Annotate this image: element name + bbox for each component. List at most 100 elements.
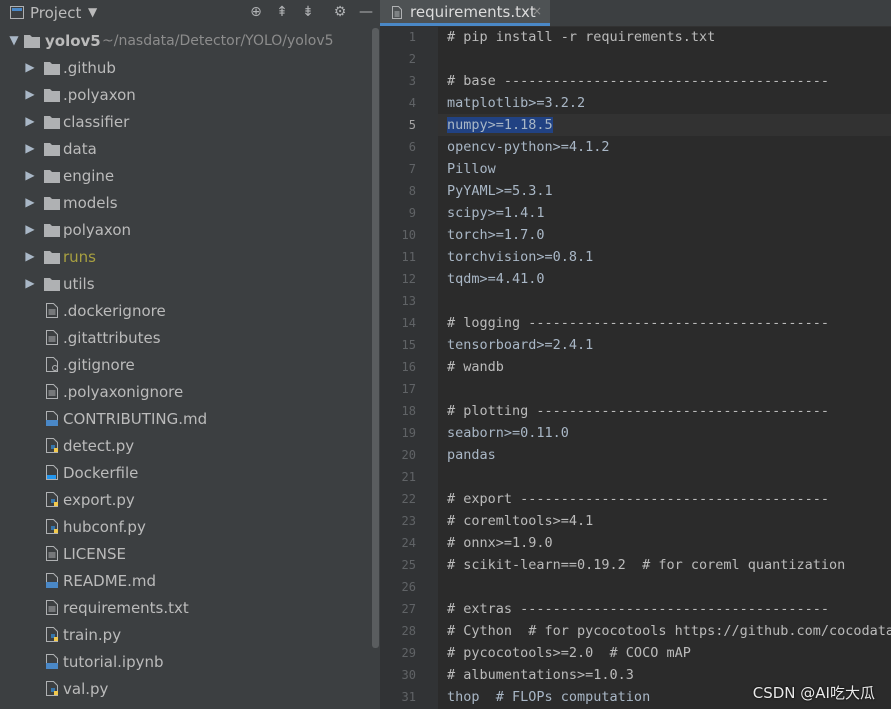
tree-file-label: requirements.txt <box>63 599 189 617</box>
locate-icon[interactable]: ⊕ <box>247 3 265 21</box>
tree-folder-label: engine <box>63 167 115 185</box>
chevron-right-icon[interactable]: ▶ <box>24 275 36 291</box>
code-line[interactable]: matplotlib>=3.2.2 <box>447 92 585 114</box>
tree-scroll-thumb[interactable] <box>372 28 379 648</box>
python-file-icon <box>46 519 60 535</box>
code-line[interactable]: opencv-python>=4.1.2 <box>447 136 610 158</box>
tree-file[interactable]: .gitignore <box>0 352 370 379</box>
tab-label: requirements.txt <box>410 3 536 21</box>
tree-folder[interactable]: ▶ data <box>0 136 370 163</box>
tree-folder[interactable]: ▶ classifier <box>0 109 370 136</box>
chevron-right-icon[interactable]: ▶ <box>24 221 36 237</box>
chevron-down-icon[interactable]: ▼ <box>88 5 97 19</box>
line-number: 3 <box>408 74 416 88</box>
collapse-all-icon[interactable]: ⇟ <box>299 3 317 21</box>
folder-icon <box>44 114 60 130</box>
tree-file[interactable]: .dockerignore <box>0 298 370 325</box>
tree-file[interactable]: hubconf.py <box>0 514 370 541</box>
tree-file[interactable]: CONTRIBUTING.md <box>0 406 370 433</box>
chevron-right-icon[interactable]: ▶ <box>24 194 36 210</box>
project-title[interactable]: Project <box>30 4 81 22</box>
tree-file[interactable]: export.py <box>0 487 370 514</box>
tree-file-label: .polyaxonignore <box>63 383 184 401</box>
project-panel: Project ▼ ⊕ ⇞ ⇟ ⚙ — ▼ yolov5 ~/nasdata/Det… <box>0 0 380 709</box>
close-icon[interactable]: × <box>532 4 542 18</box>
minimize-icon[interactable]: — <box>357 3 375 21</box>
line-number: 26 <box>401 580 416 594</box>
tree-folder[interactable]: ▶ polyaxon <box>0 217 370 244</box>
code-line[interactable]: # export -------------------------------… <box>447 488 829 510</box>
line-number: 23 <box>401 514 416 528</box>
code-line[interactable]: torchvision>=0.8.1 <box>447 246 593 268</box>
code-line[interactable]: # base ---------------------------------… <box>447 70 829 92</box>
chevron-right-icon[interactable]: ▶ <box>24 59 36 75</box>
code-line[interactable]: # extras -------------------------------… <box>447 598 829 620</box>
code-line[interactable]: PyYAML>=5.3.1 <box>447 180 553 202</box>
code-line[interactable]: # onnx>=1.9.0 <box>447 532 553 554</box>
project-header: Project ▼ ⊕ ⇞ ⇟ ⚙ — <box>0 0 380 26</box>
project-view-icon <box>10 6 24 19</box>
code-line[interactable]: # coremltools>=4.1 <box>447 510 593 532</box>
tab-bar: requirements.txt × <box>380 0 891 27</box>
tree-folder[interactable]: ▶ .polyaxon <box>0 82 370 109</box>
tab-requirements[interactable]: requirements.txt × <box>380 0 550 26</box>
code-line[interactable]: numpy>=1.18.5 <box>447 114 553 136</box>
python-file-icon <box>46 438 60 454</box>
tree-folder-label: .polyaxon <box>63 86 136 104</box>
tree-file[interactable]: Dockerfile <box>0 460 370 487</box>
chevron-right-icon[interactable]: ▶ <box>24 248 36 264</box>
chevron-down-icon[interactable]: ▼ <box>8 32 20 48</box>
code-line[interactable]: # plotting -----------------------------… <box>447 400 829 422</box>
chevron-right-icon[interactable]: ▶ <box>24 113 36 129</box>
tree-file[interactable]: .polyaxonignore <box>0 379 370 406</box>
markdown-file-icon <box>46 411 60 427</box>
code-line[interactable]: # scikit-learn==0.19.2 # for coreml quan… <box>447 554 845 576</box>
code-line[interactable]: tqdm>=4.41.0 <box>447 268 545 290</box>
tree-folder[interactable]: ▶ runs <box>0 244 370 271</box>
tree-root-path: ~/nasdata/Detector/YOLO/yolov5 <box>102 33 334 49</box>
tree-folder[interactable]: ▶ models <box>0 190 370 217</box>
tree-file[interactable]: LICENSE <box>0 541 370 568</box>
line-gutter: 1 2 3 4 5 6 7 8 9 10 11 12 13 14 15 16 17 18 19 20 21 22 23 24 2… <box>380 26 438 709</box>
text-file-icon <box>46 330 60 346</box>
tree-file[interactable]: README.md <box>0 568 370 595</box>
code-line[interactable]: # pycocotools>=2.0 # COCO mAP <box>447 642 691 664</box>
code-line[interactable]: # Cython # for pycocotools https://githu… <box>447 620 891 642</box>
gear-icon[interactable]: ⚙ <box>331 3 349 21</box>
notebook-file-icon <box>46 654 60 670</box>
folder-icon <box>44 87 60 103</box>
tree-file[interactable]: requirements.txt <box>0 595 370 622</box>
code-line[interactable]: # pip install -r requirements.txt <box>447 26 715 48</box>
folder-icon <box>44 276 60 292</box>
code-line[interactable]: # albumentations>=1.0.3 <box>447 664 634 686</box>
tree-folder[interactable]: ▶ utils <box>0 271 370 298</box>
line-number: 8 <box>408 184 416 198</box>
tree-folder[interactable]: ▶ engine <box>0 163 370 190</box>
tree-file[interactable]: tutorial.ipynb <box>0 649 370 676</box>
chevron-right-icon[interactable]: ▶ <box>24 86 36 102</box>
tree-file[interactable]: val.py <box>0 676 370 703</box>
python-file-icon <box>46 681 60 697</box>
code-line[interactable]: # logging ------------------------------… <box>447 312 829 334</box>
tree-file[interactable]: .gitattributes <box>0 325 370 352</box>
tree-file[interactable]: detect.py <box>0 433 370 460</box>
tree-root-yolov5[interactable]: ▼ yolov5 ~/nasdata/Detector/YOLO/yolov5 <box>0 28 370 55</box>
code-line[interactable]: pandas <box>447 444 496 466</box>
tree-folder[interactable]: ▶ .github <box>0 55 370 82</box>
expand-all-icon[interactable]: ⇞ <box>273 3 291 21</box>
chevron-right-icon[interactable]: ▶ <box>24 140 36 156</box>
tree-folder-label: utils <box>63 275 95 293</box>
chevron-right-icon[interactable]: ▶ <box>24 167 36 183</box>
selected-text[interactable]: numpy>=1.18.5 <box>447 117 553 133</box>
tree-file[interactable]: train.py <box>0 622 370 649</box>
folder-icon <box>44 168 60 184</box>
tree-file-label: hubconf.py <box>63 518 146 536</box>
code-line[interactable]: Pillow <box>447 158 496 180</box>
code-line[interactable]: scipy>=1.4.1 <box>447 202 545 224</box>
text-file-icon <box>46 600 60 616</box>
code-line[interactable]: torch>=1.7.0 <box>447 224 545 246</box>
code-line[interactable]: tensorboard>=2.4.1 <box>447 334 593 356</box>
code-line[interactable]: # wandb <box>447 356 504 378</box>
code-line[interactable]: seaborn>=0.11.0 <box>447 422 569 444</box>
code-line[interactable]: thop # FLOPs computation <box>447 686 650 708</box>
